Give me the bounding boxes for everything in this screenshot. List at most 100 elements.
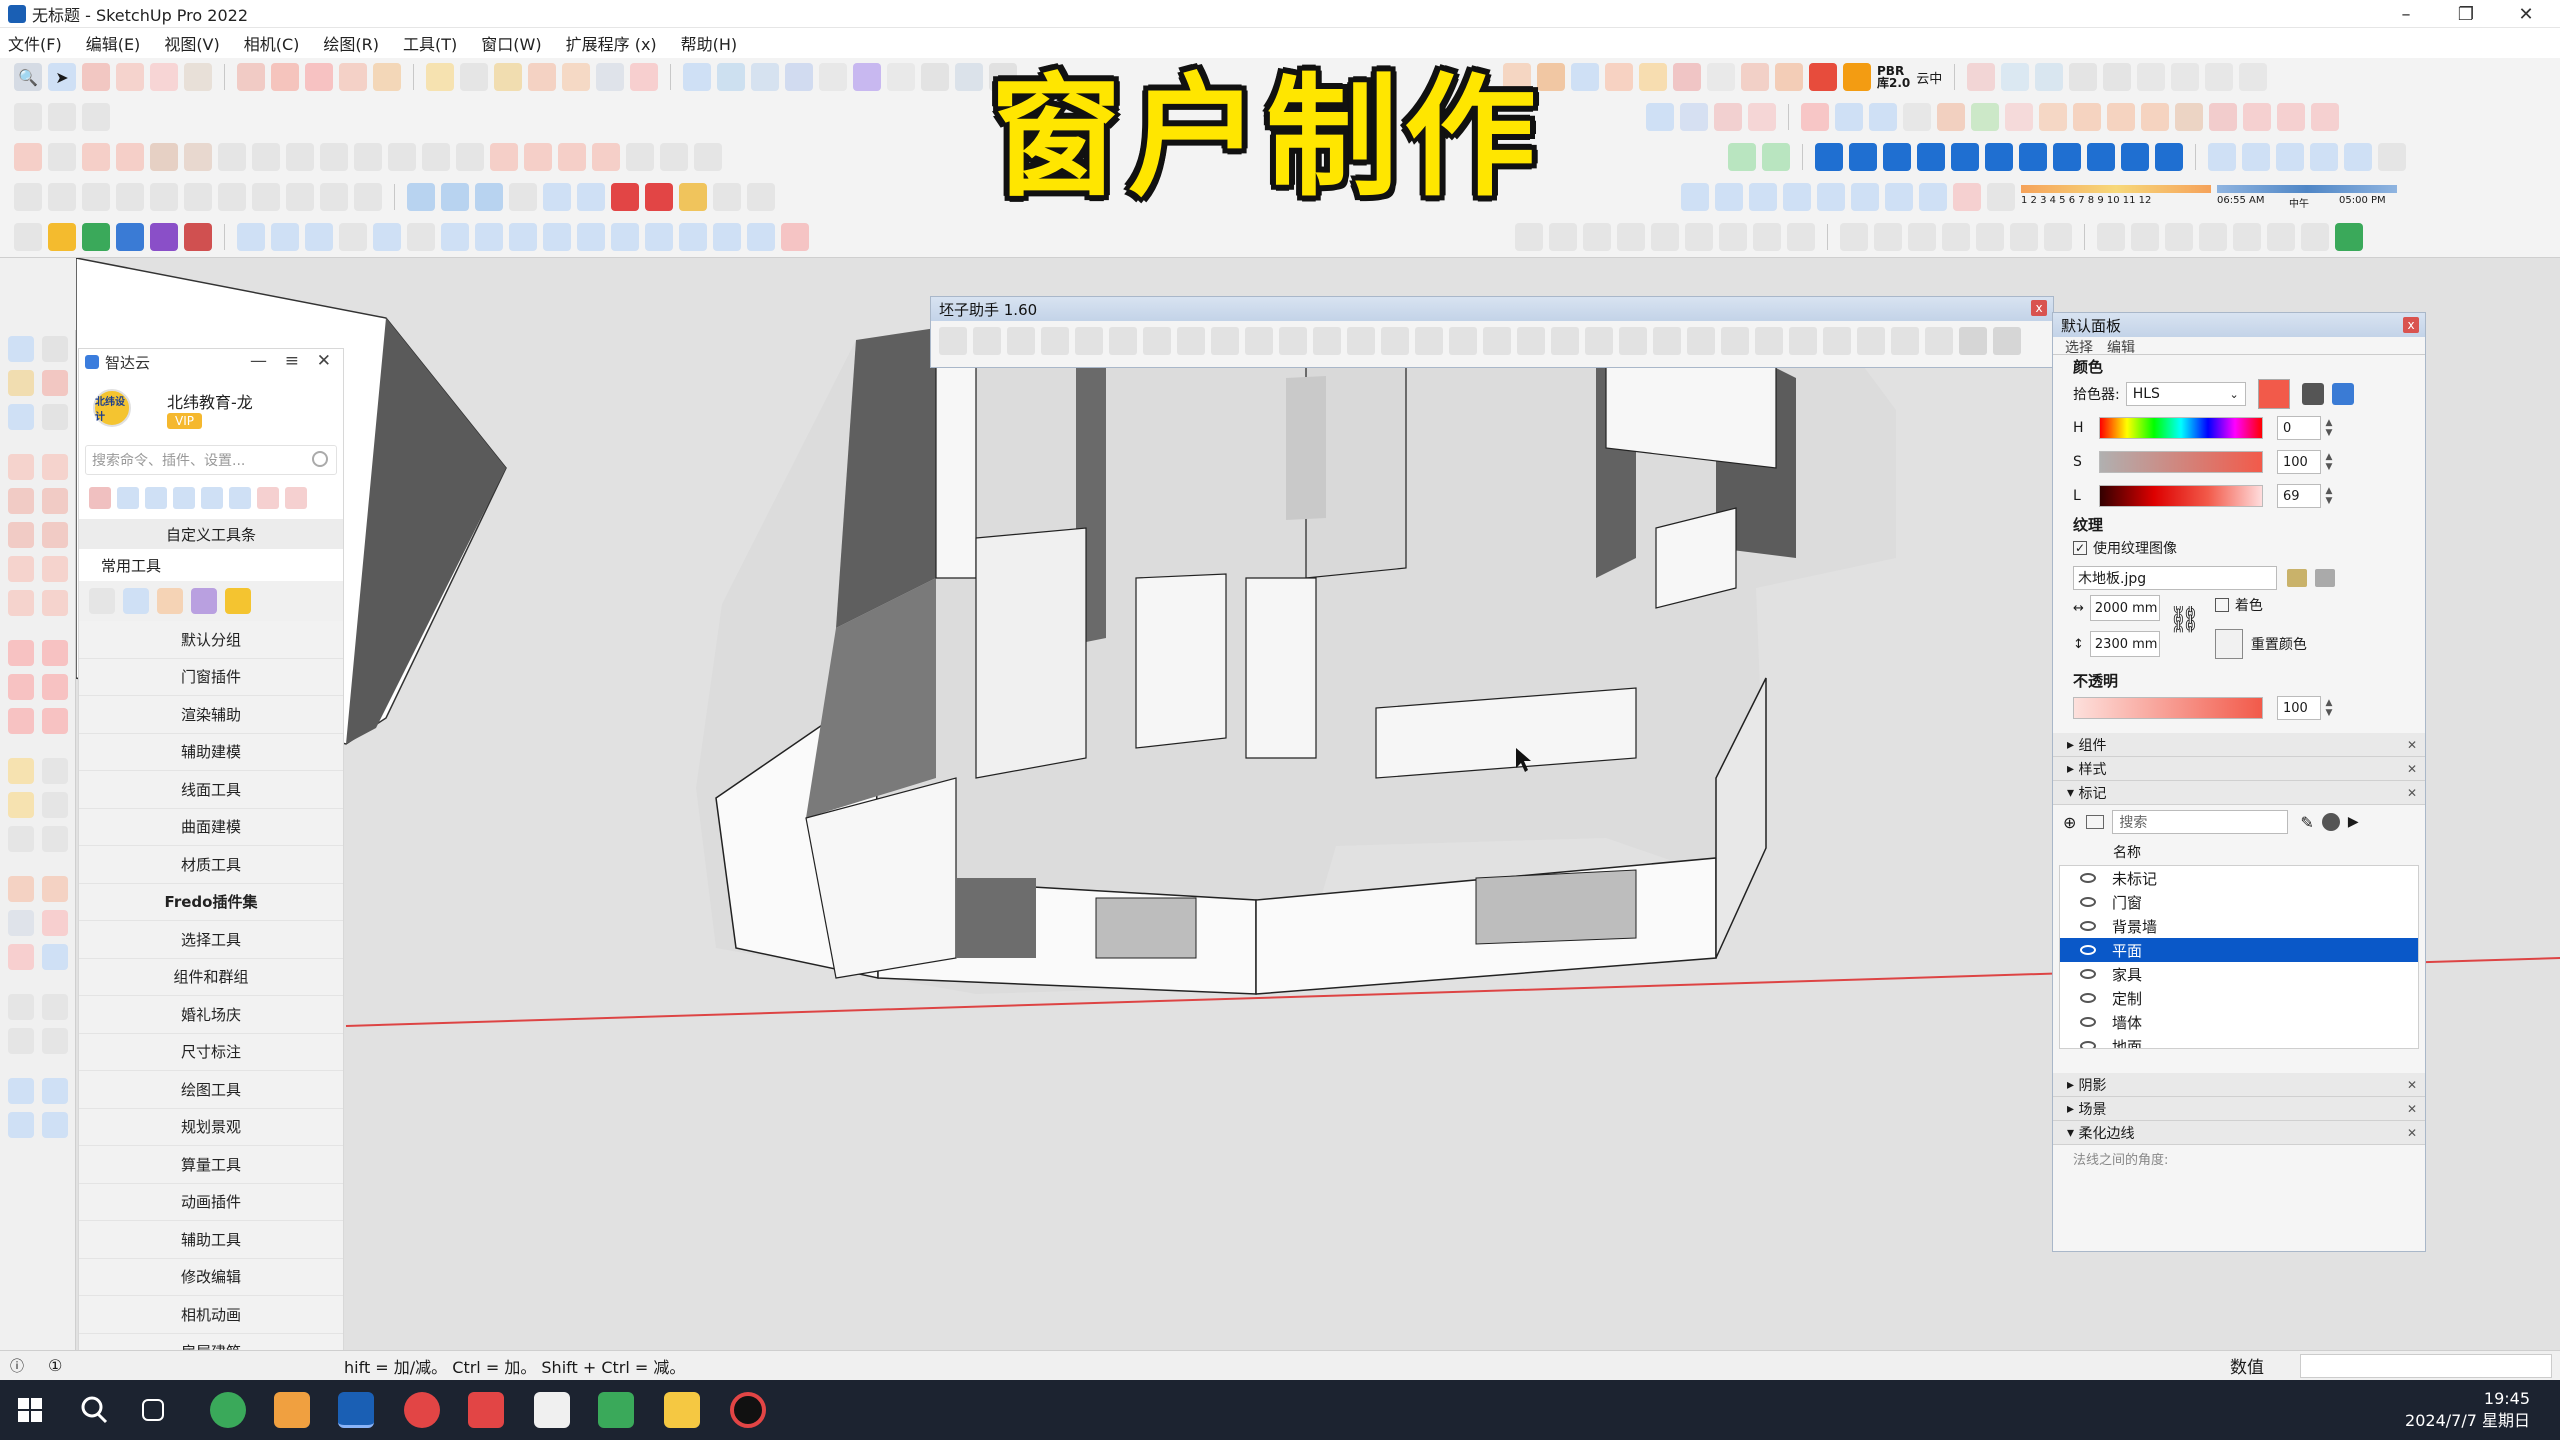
clock[interactable]: 19:45 2024/7/7 星期日 [2405,1388,2530,1432]
pencil-tool-icon[interactable] [89,588,115,614]
shadow-time-slider[interactable]: 1 2 3 4 5 6 7 8 9 10 11 12 [2021,183,2211,211]
tab-edit[interactable]: 编辑 [2107,337,2135,356]
fog-icon[interactable] [82,103,110,131]
category-item[interactable]: 线面工具 [79,771,343,809]
close-button[interactable]: ✕ [2496,0,2556,28]
shape-icon[interactable] [184,63,212,91]
box-tool-icon[interactable] [1483,327,1511,355]
arc-icon[interactable] [150,63,178,91]
app-icon[interactable] [274,1392,310,1428]
render-icon[interactable] [1809,63,1837,91]
category-item[interactable]: 绘图工具 [79,1071,343,1109]
draw-line-icon[interactable] [373,223,401,251]
chain-link-icon[interactable]: ⛓ [2168,605,2201,635]
slab-icon[interactable] [2087,143,2115,171]
display-icon[interactable] [2103,63,2132,91]
recorder-icon[interactable] [404,1392,440,1428]
eraser2-icon[interactable] [1987,183,2015,211]
close-icon[interactable]: ✕ [2407,1102,2417,1116]
3dtext-tool-icon[interactable] [42,826,68,852]
instructor-icon[interactable]: ① [48,1356,62,1375]
wave-tool-icon[interactable] [1585,327,1613,355]
roof2-icon[interactable] [2141,103,2169,131]
search-icon[interactable] [76,1392,112,1428]
prism-icon[interactable] [1985,143,2013,171]
list-item[interactable]: 墙体 [2060,1010,2418,1034]
edge-icon[interactable] [490,143,518,171]
subdivide-icon[interactable] [422,143,450,171]
gray-cube-icon[interactable] [747,183,775,211]
union-icon[interactable] [1775,63,1803,91]
cube-icon[interactable] [1571,63,1599,91]
close-icon[interactable]: ✕ [2407,1126,2417,1140]
add-folder-icon[interactable] [2086,815,2105,829]
leaf-icon[interactable] [1971,103,1999,131]
eye-icon[interactable] [2080,921,2096,931]
peizi-close-button[interactable]: x [2031,300,2047,316]
no-entry-icon[interactable] [1953,183,1981,211]
eraser-icon[interactable] [82,63,110,91]
followme-icon[interactable] [14,223,42,251]
component-icon[interactable] [1967,63,1996,91]
twig-tool-icon[interactable] [1279,327,1307,355]
store-icon[interactable] [534,1392,570,1428]
layers-icon[interactable] [407,183,435,211]
category-item[interactable]: 辅助建模 [79,733,343,771]
pencil-icon[interactable] [116,63,144,91]
video-icon[interactable] [468,1392,504,1428]
shadows-section[interactable]: ▸ 阴影 ✕ [2053,1073,2425,1097]
column-tool-icon[interactable] [973,327,1001,355]
plan-icon[interactable] [645,223,673,251]
category-item[interactable]: 辅助工具 [79,1221,343,1259]
flag-tool-icon[interactable] [1687,327,1715,355]
browser-icon[interactable] [210,1392,246,1428]
opacity-spinner[interactable]: ▲ ▼ [2323,696,2335,720]
panel5-icon[interactable] [1651,223,1679,251]
frame-tool-icon[interactable] [1959,327,1987,355]
category-item[interactable]: 尺寸标注 [79,1033,343,1071]
yellow-cube-icon[interactable] [679,183,707,211]
texture-file-input[interactable]: 木地板.jpg [2073,566,2277,590]
house-blue-icon[interactable] [116,223,144,251]
zoom-window-icon[interactable] [596,63,624,91]
axes-tool-icon[interactable] [8,826,34,852]
stamp-tool-icon[interactable] [8,1112,34,1138]
plank-icon[interactable] [2039,103,2067,131]
sphere-icon[interactable] [1883,143,1911,171]
terminal-icon[interactable] [598,1392,634,1428]
face-icon[interactable] [14,183,42,211]
eye-icon[interactable] [2080,993,2096,1003]
store-icon[interactable] [2239,63,2268,91]
undo-icon[interactable] [1680,103,1708,131]
color-swatch[interactable] [2257,379,2290,409]
menu-edit[interactable]: 编辑(E) [86,31,141,55]
cube-tool-icon[interactable] [191,588,217,614]
refresh-blue-icon[interactable] [1851,183,1879,211]
axis-icon[interactable] [1646,103,1674,131]
brush-tool-icon[interactable] [157,588,183,614]
rotate-tool-icon[interactable] [2276,143,2304,171]
torus-icon[interactable] [1951,143,1979,171]
curve-tool-icon[interactable] [123,588,149,614]
polygon-icon[interactable] [184,183,212,211]
list-item[interactable]: 定制 [2060,986,2418,1010]
report-icon[interactable] [2301,223,2329,251]
text-icon[interactable] [460,63,488,91]
poly-icon[interactable] [82,183,110,211]
grid-quick-icon[interactable] [117,487,139,509]
hue-slider[interactable] [2099,417,2263,439]
cloud-sync-icon[interactable] [1681,183,1709,211]
house-icon[interactable] [2171,63,2200,91]
task-view-icon[interactable] [142,1399,164,1421]
scale-tool-icon[interactable] [2310,143,2338,171]
eye-icon[interactable] [2080,897,2096,907]
curve2-tool-icon[interactable] [1619,327,1647,355]
zoom-window-tool-icon[interactable] [42,910,68,936]
push-icon[interactable] [1639,63,1667,91]
common-tools-label[interactable]: 常用工具 [79,549,343,581]
window-tool-icon[interactable] [2209,103,2237,131]
grid2-icon[interactable] [577,223,605,251]
brush-quick-icon[interactable] [257,487,279,509]
h-value[interactable]: 0 [2277,416,2321,440]
loop-tool-icon[interactable] [1245,327,1273,355]
